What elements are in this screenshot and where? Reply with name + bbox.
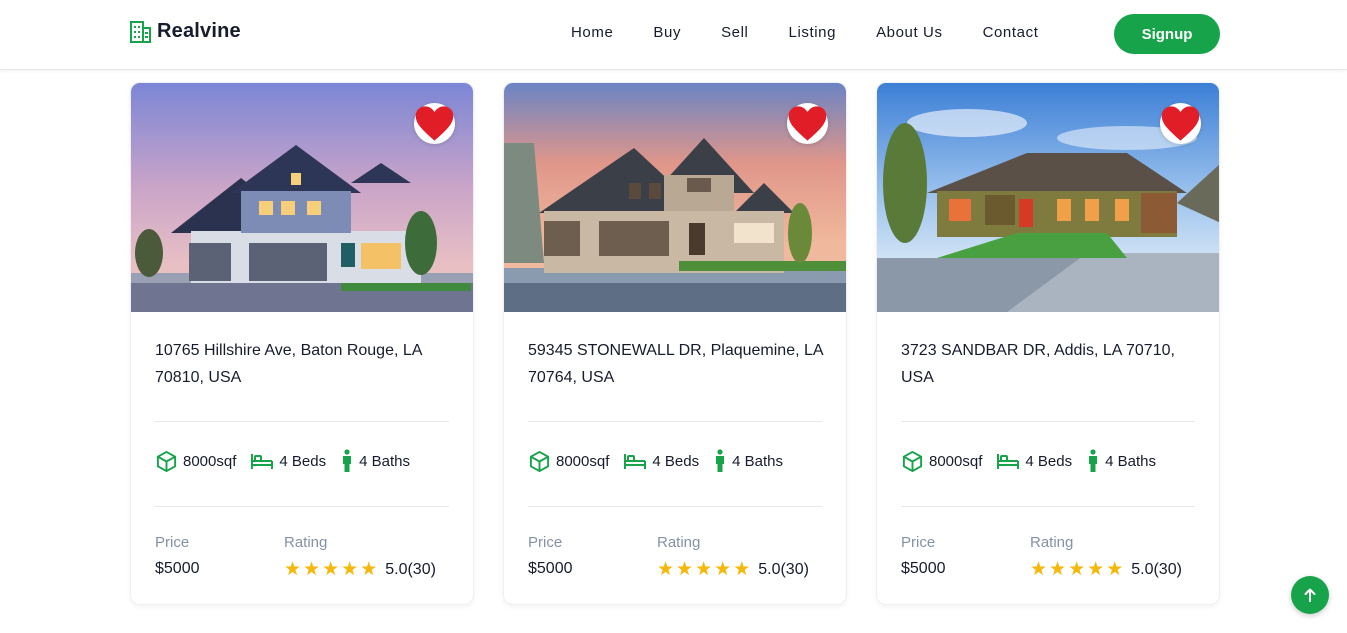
- bed-icon: [251, 454, 274, 469]
- cube-icon: [902, 450, 923, 472]
- property-features: 8000sqf 4 Beds 4 Baths: [155, 449, 424, 473]
- property-image: [504, 83, 846, 312]
- building-icon: [130, 20, 151, 43]
- star-icon: ★: [360, 558, 378, 580]
- property-features: 8000sqf 4 Beds 4 Baths: [901, 449, 1170, 473]
- nav-home[interactable]: Home: [571, 24, 613, 41]
- bed-icon: [997, 454, 1020, 469]
- star-icon: ★: [733, 558, 751, 580]
- rating-label: Rating: [657, 534, 701, 551]
- favorite-button[interactable]: [1160, 103, 1201, 144]
- feature-baths: 4 Baths: [1086, 449, 1156, 473]
- feature-beds: 4 Beds: [623, 451, 699, 471]
- baths-value: 4 Baths: [732, 452, 783, 470]
- price-value: $5000: [155, 560, 200, 577]
- listing-card[interactable]: 3723 SANDBAR DR, Addis, LA 70710, USA 80…: [876, 82, 1220, 605]
- beds-value: 4 Beds: [1025, 452, 1073, 470]
- star-icon: ★: [1087, 558, 1105, 580]
- heart-icon: [788, 106, 827, 141]
- feature-area: 8000sqf: [528, 450, 609, 473]
- star-icon: ★: [1030, 558, 1048, 580]
- favorite-button[interactable]: [787, 103, 828, 144]
- navbar: Realvine Home Buy Sell Listing About Us …: [0, 0, 1347, 70]
- feature-baths: 4 Baths: [713, 449, 783, 473]
- nav-sell[interactable]: Sell: [721, 24, 748, 41]
- divider: [901, 421, 1195, 422]
- price-label: Price: [901, 534, 936, 551]
- star-icon: ★: [1106, 558, 1124, 580]
- person-icon: [343, 449, 352, 472]
- nav-links: Home Buy Sell Listing About Us Contact: [571, 24, 1078, 41]
- area-value: 8000sqf: [556, 452, 610, 470]
- star-icon: ★: [322, 558, 340, 580]
- property-features: 8000sqf 4 Beds 4 Baths: [528, 449, 797, 473]
- price-value: $5000: [901, 560, 946, 577]
- listing-card[interactable]: 10765 Hillshire Ave, Baton Rouge, LA 708…: [130, 82, 474, 605]
- area-value: 8000sqf: [183, 452, 237, 470]
- favorite-button[interactable]: [414, 103, 455, 144]
- nav-about-us[interactable]: About Us: [876, 24, 943, 41]
- star-icon: ★: [1068, 558, 1086, 580]
- logo[interactable]: Realvine: [130, 20, 241, 43]
- feature-area: 8000sqf: [901, 450, 982, 473]
- rating: ★ ★ ★ ★ ★ 5.0(30): [1030, 560, 1182, 579]
- property-address[interactable]: 3723 SANDBAR DR, Addis, LA 70710, USA: [901, 337, 1197, 391]
- signup-button[interactable]: Signup: [1114, 14, 1220, 54]
- feature-beds: 4 Beds: [250, 451, 326, 471]
- person-icon: [716, 449, 725, 472]
- star-icon: ★: [284, 558, 302, 580]
- divider: [155, 506, 449, 507]
- rating-value: 5.0(30): [385, 560, 436, 578]
- star-icon: ★: [695, 558, 713, 580]
- feature-baths: 4 Baths: [340, 449, 410, 473]
- property-address[interactable]: 59345 STONEWALL DR, Plaquemine, LA 70764…: [528, 337, 824, 391]
- divider: [528, 506, 822, 507]
- baths-value: 4 Baths: [1105, 452, 1156, 470]
- divider: [155, 421, 449, 422]
- property-address[interactable]: 10765 Hillshire Ave, Baton Rouge, LA 708…: [155, 337, 451, 391]
- divider: [901, 506, 1195, 507]
- nav-listing[interactable]: Listing: [789, 24, 837, 41]
- feature-area: 8000sqf: [155, 450, 236, 473]
- divider: [528, 421, 822, 422]
- heart-icon: [1161, 106, 1200, 141]
- star-icon: ★: [714, 558, 732, 580]
- star-icon: ★: [676, 558, 694, 580]
- listing-card[interactable]: 59345 STONEWALL DR, Plaquemine, LA 70764…: [503, 82, 847, 605]
- star-icon: ★: [341, 558, 359, 580]
- price-label: Price: [528, 534, 563, 551]
- bed-icon: [624, 454, 647, 469]
- heart-icon: [415, 106, 454, 141]
- star-icon: ★: [303, 558, 321, 580]
- price-label: Price: [155, 534, 190, 551]
- beds-value: 4 Beds: [652, 452, 700, 470]
- rating-label: Rating: [284, 534, 328, 551]
- baths-value: 4 Baths: [359, 452, 410, 470]
- person-icon: [1089, 449, 1098, 472]
- rating: ★ ★ ★ ★ ★ 5.0(30): [284, 560, 436, 579]
- rating-value: 5.0(30): [758, 560, 809, 578]
- nav-contact[interactable]: Contact: [983, 24, 1039, 41]
- back-to-top-button[interactable]: [1291, 576, 1329, 614]
- property-image: [131, 83, 473, 312]
- property-image: [877, 83, 1219, 312]
- cube-icon: [529, 450, 550, 472]
- price-value: $5000: [528, 560, 573, 577]
- nav-buy[interactable]: Buy: [653, 24, 681, 41]
- rating: ★ ★ ★ ★ ★ 5.0(30): [657, 560, 809, 579]
- beds-value: 4 Beds: [279, 452, 327, 470]
- area-value: 8000sqf: [929, 452, 983, 470]
- arrow-up-icon: [1304, 588, 1316, 602]
- star-icon: ★: [1049, 558, 1067, 580]
- feature-beds: 4 Beds: [996, 451, 1072, 471]
- brand-name: Realvine: [157, 20, 241, 42]
- rating-label: Rating: [1030, 534, 1074, 551]
- rating-value: 5.0(30): [1131, 560, 1182, 578]
- cube-icon: [156, 450, 177, 472]
- star-icon: ★: [657, 558, 675, 580]
